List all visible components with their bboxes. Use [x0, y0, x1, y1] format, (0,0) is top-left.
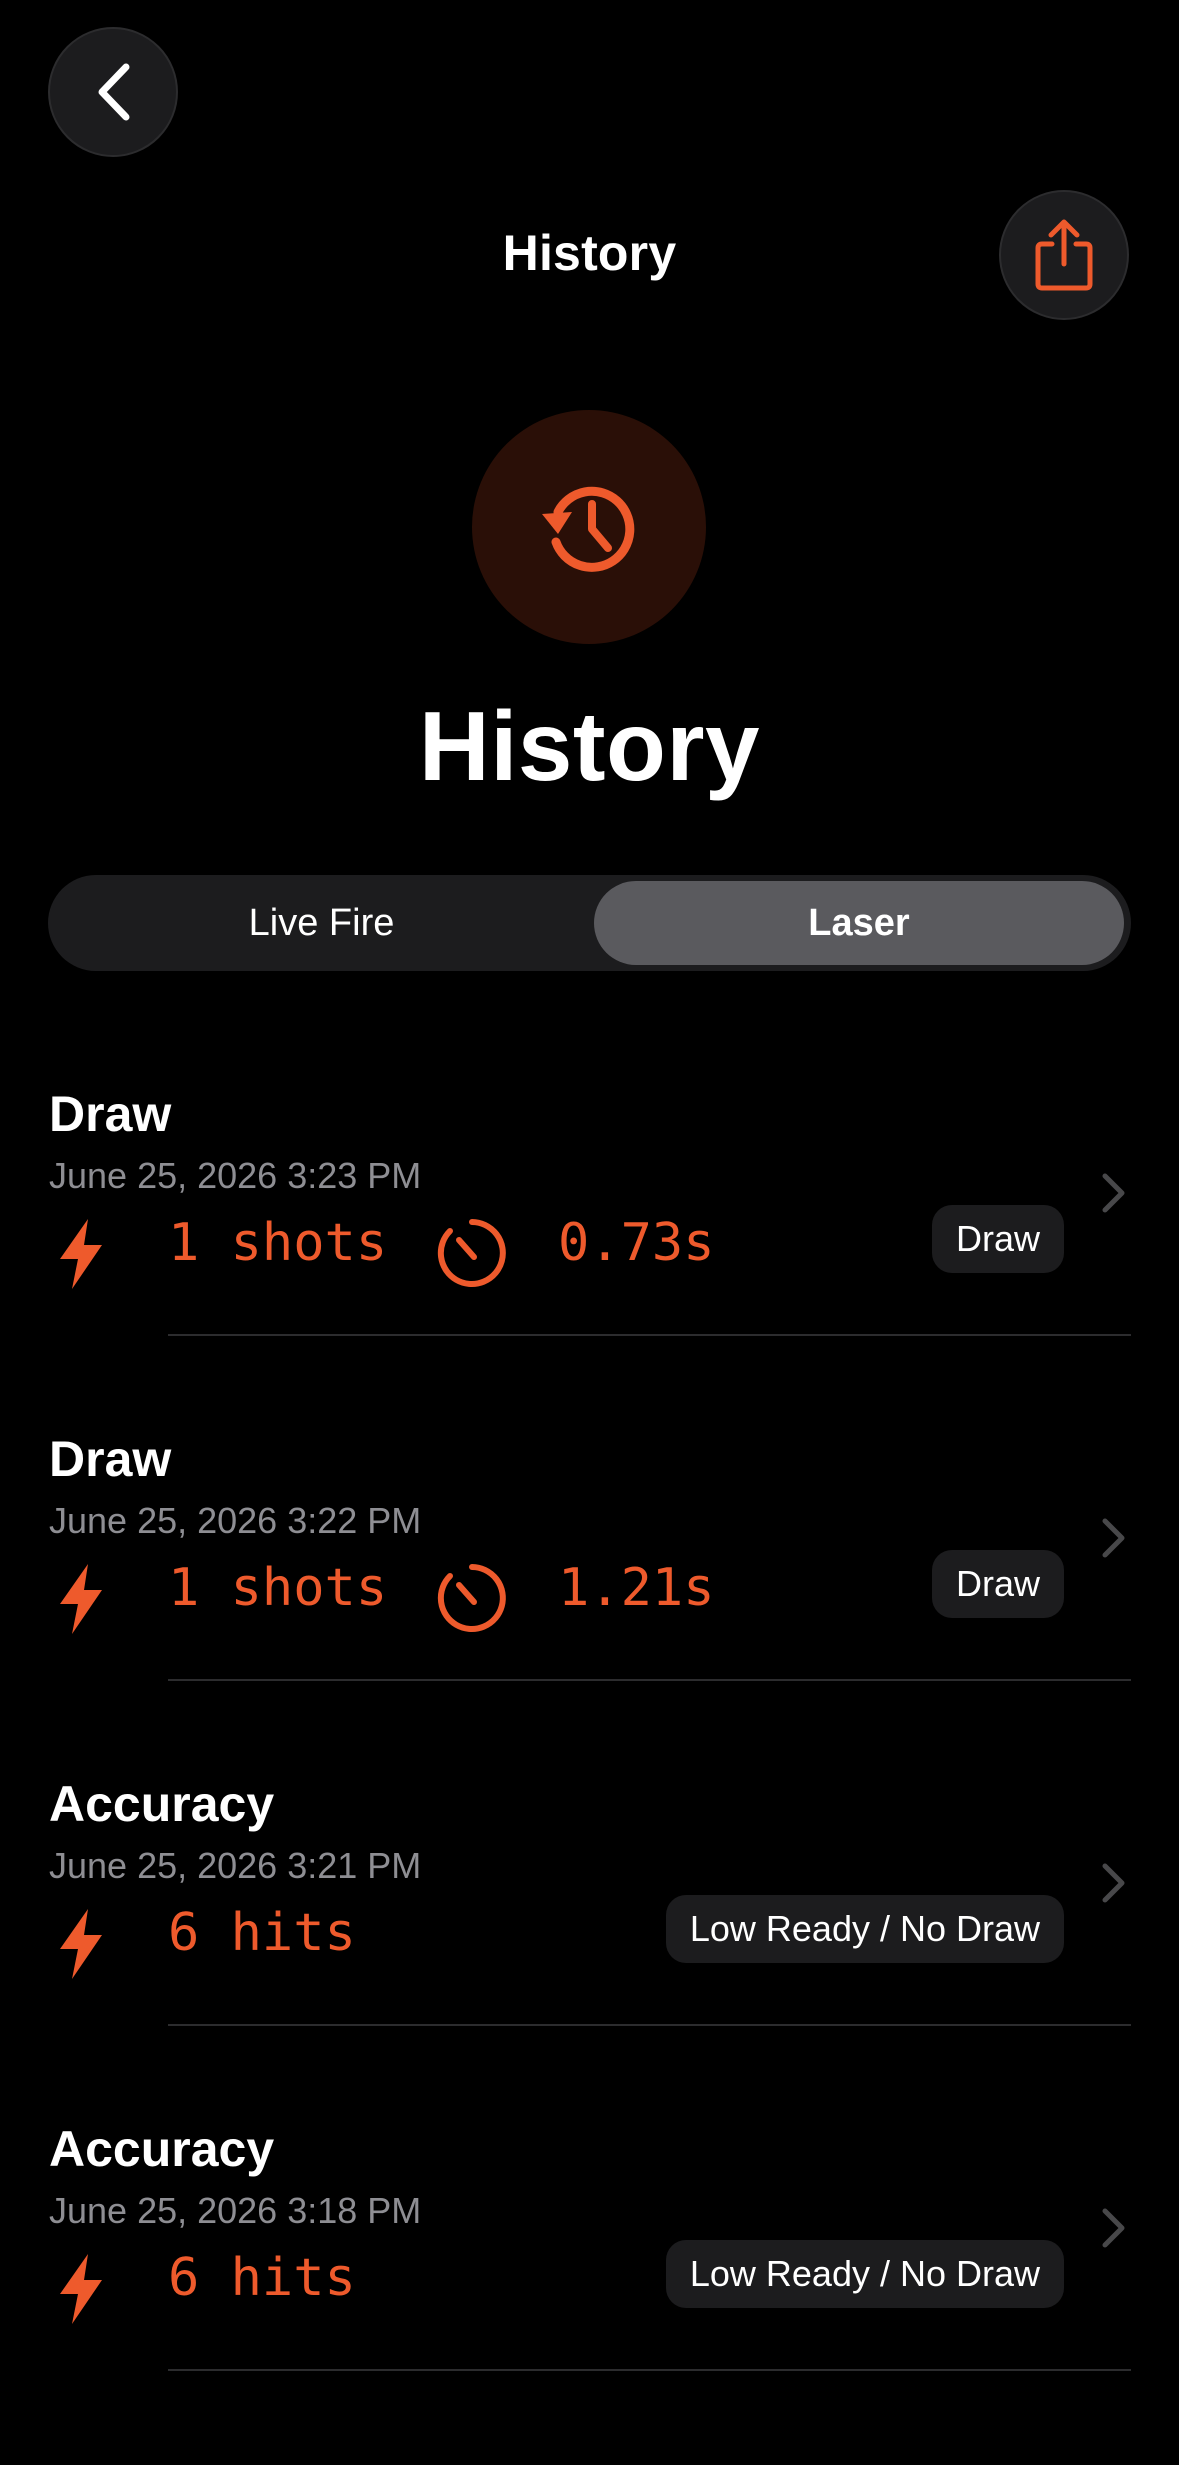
session-type: Draw	[49, 1431, 172, 1487]
back-button[interactable]	[48, 27, 178, 157]
history-row[interactable]: Draw June 25, 2026 3:23 PM 1 shots 0.73s…	[0, 1085, 1179, 1430]
history-row[interactable]: Draw June 25, 2026 3:22 PM 1 shots 1.21s…	[0, 1430, 1179, 1775]
session-date: June 25, 2026 3:22 PM	[49, 1500, 422, 1541]
history-hero-icon-badge	[472, 410, 706, 644]
row-divider	[168, 1334, 1131, 1336]
split-time: 1.21s	[558, 1558, 715, 1618]
shot-count: 1 shots	[168, 1558, 388, 1618]
chevron-right-icon	[1102, 1518, 1125, 1558]
drill-tag: Draw	[931, 1550, 1064, 1618]
chevron-right-icon	[1102, 1863, 1125, 1903]
tab-laser[interactable]: Laser	[594, 881, 1124, 965]
session-date: June 25, 2026 3:18 PM	[49, 2190, 422, 2231]
row-divider	[168, 2369, 1131, 2371]
session-date: June 25, 2026 3:23 PM	[49, 1155, 422, 1196]
hit-count: 6 hits	[168, 1903, 356, 1963]
bolt-icon	[60, 1219, 102, 1289]
history-clock-icon	[542, 486, 635, 572]
session-date: June 25, 2026 3:21 PM	[49, 1845, 422, 1886]
shot-count: 1 shots	[168, 1213, 388, 1273]
split-time: 0.73s	[558, 1213, 715, 1273]
history-row[interactable]: Accuracy June 25, 2026 3:21 PM 6 hits Lo…	[0, 1775, 1179, 2120]
bolt-icon	[60, 2254, 102, 2324]
mode-segmented-control: Live Fire Laser	[48, 875, 1131, 971]
bolt-icon	[60, 1564, 102, 1634]
row-divider	[168, 2024, 1131, 2026]
session-type: Accuracy	[49, 2121, 275, 2177]
tab-live-fire[interactable]: Live Fire	[54, 881, 589, 965]
drill-tag: Draw	[931, 1205, 1064, 1273]
chevron-left-icon	[98, 63, 130, 121]
chevron-right-icon	[1102, 2208, 1125, 2248]
timer-icon	[437, 1564, 506, 1632]
page-title: History	[418, 691, 761, 801]
row-divider	[168, 1679, 1131, 1681]
bolt-icon	[60, 1909, 102, 1979]
share-button[interactable]	[999, 190, 1129, 320]
session-type: Draw	[49, 1086, 172, 1142]
hit-count: 6 hits	[168, 2248, 356, 2308]
drill-tag: Low Ready / No Draw	[665, 2240, 1064, 2308]
session-type: Accuracy	[49, 1776, 275, 1832]
share-icon	[1035, 219, 1093, 291]
timer-icon	[437, 1219, 506, 1287]
history-row[interactable]: Accuracy June 25, 2026 3:18 PM 6 hits Lo…	[0, 2120, 1179, 2465]
drill-tag: Low Ready / No Draw	[665, 1895, 1064, 1963]
chevron-right-icon	[1102, 1173, 1125, 1213]
